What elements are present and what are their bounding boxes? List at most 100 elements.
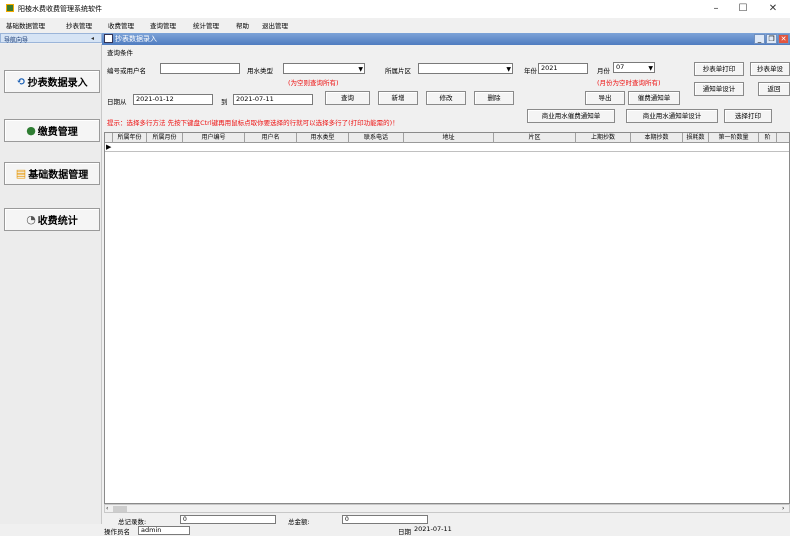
- month-label: 月份: [597, 67, 610, 75]
- total-amount-value: 0: [342, 515, 428, 524]
- nav-meter-entry-button[interactable]: ⟲ 抄表数据录入: [4, 70, 100, 93]
- water-type-select[interactable]: ▼: [283, 63, 365, 74]
- tip-text: 提示：选择多行方法 先按下键盘Ctrl键再用鼠标点取你要选择的行就可以选择多行了…: [107, 119, 399, 127]
- maximize-button[interactable]: ☐: [730, 2, 756, 16]
- menu-charge[interactable]: 收费管理: [108, 20, 134, 30]
- column-header[interactable]: 本期抄数: [631, 133, 683, 143]
- date-to-label: 到: [221, 98, 228, 106]
- minimize-button[interactable]: –: [703, 2, 729, 16]
- chart-icon: ◔: [26, 213, 36, 226]
- collapse-arrow-icon[interactable]: ◂: [91, 35, 94, 42]
- district-select[interactable]: ▼: [418, 63, 513, 74]
- nav-stats-button[interactable]: ◔ 收费统计: [4, 208, 100, 231]
- child-minimize-button[interactable]: _: [754, 34, 765, 44]
- nav-stats-label: 收费统计: [37, 216, 78, 227]
- export-button[interactable]: 导出: [585, 91, 625, 105]
- commercial-notice-button[interactable]: 商业用水催费通知单: [527, 109, 615, 123]
- water-type-hint: (为空则查询所有): [288, 79, 339, 87]
- meter-icon: ⟲: [16, 75, 26, 88]
- year-input[interactable]: 2021: [538, 63, 588, 74]
- menu-stats[interactable]: 统计管理: [193, 20, 219, 30]
- status-bar: 总记录数: 0 总金额: 0 操作员名 admin 日期 2021-07-11: [102, 514, 790, 536]
- menu-query[interactable]: 查询管理: [150, 20, 176, 30]
- title-bar: 阳棱水费收费管理系统软件 – ☐ ✕: [0, 0, 790, 18]
- menu-meter[interactable]: 抄表管理: [66, 20, 92, 30]
- nav-basic-data-label: 基础数据管理: [28, 170, 89, 181]
- nav-payment-button[interactable]: ● 缴费管理: [4, 119, 100, 142]
- app-icon: [6, 4, 14, 12]
- grid-header: 所属年份 所属月份 用户编号 用户名 用水类型 联系电话 地址 片区 上期抄数 …: [105, 133, 789, 143]
- query-section-label: 查询条件: [107, 49, 133, 57]
- meter-design-button[interactable]: 抄表单设: [750, 62, 790, 76]
- send-notice-button[interactable]: 催费通知单: [628, 91, 680, 105]
- column-header[interactable]: 所属年份: [113, 133, 147, 143]
- column-header[interactable]: 用户名: [245, 133, 297, 143]
- column-header[interactable]: 阶: [759, 133, 777, 143]
- close-button[interactable]: ✕: [760, 2, 786, 16]
- add-button[interactable]: 新增: [378, 91, 418, 105]
- water-type-label: 用水类型: [247, 67, 273, 75]
- month-value: 07: [616, 63, 625, 71]
- row-header-corner: [105, 133, 113, 143]
- row-pointer-icon: ▶: [106, 143, 112, 151]
- scroll-left-icon[interactable]: ‹: [106, 505, 108, 512]
- window-title: 阳棱水费收费管理系统软件: [18, 5, 102, 13]
- scroll-right-icon[interactable]: ›: [782, 505, 784, 512]
- edit-button[interactable]: 修改: [426, 91, 466, 105]
- date-from-input[interactable]: 2021-01-12: [133, 94, 213, 105]
- date-from-label: 日期从: [107, 98, 127, 106]
- child-close-button[interactable]: ✕: [778, 34, 789, 44]
- operator-value: admin: [138, 526, 190, 535]
- child-title-bar: 抄表数据录入 _ ❐ ✕: [102, 33, 790, 45]
- database-icon: ▤: [15, 167, 27, 180]
- year-label: 年份: [524, 67, 537, 75]
- horizontal-scrollbar[interactable]: ‹ ›: [104, 504, 790, 513]
- column-header[interactable]: 第一阶数量: [709, 133, 759, 143]
- child-restore-button[interactable]: ❐: [766, 34, 777, 44]
- date-to-input[interactable]: 2021-07-11: [233, 94, 313, 105]
- column-header[interactable]: 所属月份: [147, 133, 183, 143]
- menu-basic-data[interactable]: 基础数据管理: [6, 20, 45, 30]
- menu-help[interactable]: 帮助: [236, 20, 249, 30]
- district-label: 所属片区: [385, 67, 411, 75]
- nav-header: 导航向导 ◂: [0, 33, 102, 44]
- select-print-button[interactable]: 选择打印: [724, 109, 772, 123]
- column-header[interactable]: 联系电话: [349, 133, 404, 143]
- delete-button[interactable]: 删除: [474, 91, 514, 105]
- chevron-down-icon: ▼: [358, 66, 363, 73]
- nav-title: 导航向导: [4, 37, 29, 44]
- date-value: 2021-07-11: [414, 526, 452, 533]
- data-grid[interactable]: 所属年份 所属月份 用户编号 用户名 用水类型 联系电话 地址 片区 上期抄数 …: [104, 132, 790, 504]
- child-window-icon: [104, 34, 113, 43]
- commercial-notice-design-button[interactable]: 商业用水通知单设计: [626, 109, 718, 123]
- column-header[interactable]: 片区: [494, 133, 576, 143]
- column-header[interactable]: 损耗数: [683, 133, 709, 143]
- user-input[interactable]: [160, 63, 240, 74]
- month-select[interactable]: 07 ▼: [613, 62, 655, 73]
- column-header[interactable]: 用水类型: [297, 133, 349, 143]
- nav-basic-data-button[interactable]: ▤ 基础数据管理: [4, 162, 100, 185]
- nav-pane: ⟲ 抄表数据录入 ● 缴费管理 ▤ 基础数据管理 ◔ 收费统计: [0, 44, 102, 524]
- chevron-down-icon: ▼: [506, 66, 511, 73]
- money-bag-icon: ●: [26, 124, 36, 137]
- query-button[interactable]: 查询: [325, 91, 370, 105]
- total-records-label: 总记录数:: [118, 518, 147, 526]
- total-amount-label: 总金额:: [288, 518, 310, 526]
- menu-exit[interactable]: 退出管理: [262, 20, 288, 30]
- return-button[interactable]: 返回: [758, 82, 790, 96]
- scroll-thumb[interactable]: [113, 506, 127, 512]
- column-header[interactable]: 用户编号: [183, 133, 245, 143]
- child-window-title: 抄表数据录入: [115, 35, 157, 43]
- total-records-value: 0: [180, 515, 276, 524]
- month-hint: (月份为空时查询所有): [597, 79, 661, 87]
- nav-meter-entry-label: 抄表数据录入: [27, 78, 88, 89]
- user-label: 编号或用户名: [107, 67, 146, 75]
- column-header[interactable]: 地址: [404, 133, 494, 143]
- notice-design-button[interactable]: 通知单设计: [694, 82, 744, 96]
- column-header[interactable]: 上期抄数: [576, 133, 631, 143]
- nav-payment-label: 缴费管理: [37, 127, 78, 138]
- menu-bar: 基础数据管理 抄表管理 收费管理 查询管理 统计管理 帮助 退出管理: [0, 19, 790, 31]
- chevron-down-icon: ▼: [648, 65, 653, 72]
- print-meter-button[interactable]: 抄表单打印: [694, 62, 744, 76]
- table-row[interactable]: ▶: [105, 143, 789, 152]
